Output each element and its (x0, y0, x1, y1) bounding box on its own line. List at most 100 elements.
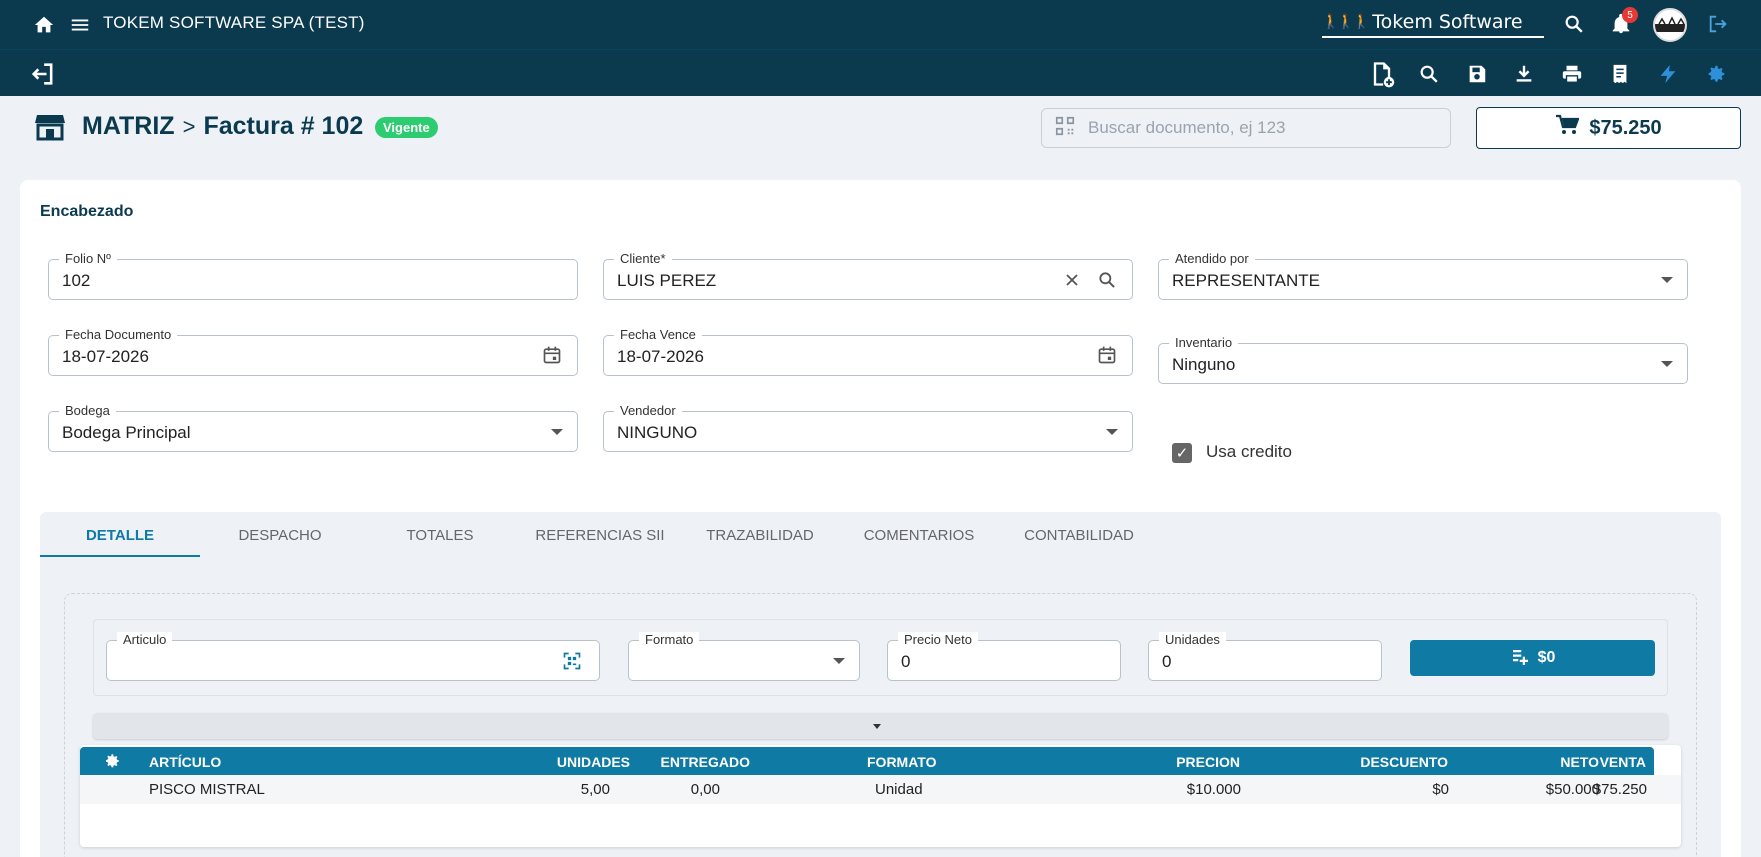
tab-trazabilidad[interactable]: TRAZABILIDAD (680, 527, 840, 544)
formato-label: Formato (639, 632, 700, 647)
vendedor-value: NINGUNO (617, 423, 698, 442)
chevron-down-icon (1106, 429, 1118, 435)
inventario-label: Inventario (1169, 335, 1239, 350)
avatar[interactable] (1653, 8, 1687, 42)
caret-down-icon (873, 724, 881, 729)
fecha-documento-label: Fecha Documento (59, 327, 178, 342)
home-icon[interactable] (32, 13, 56, 37)
search-icon[interactable] (1097, 270, 1117, 295)
table-row[interactable]: PISCO MISTRAL 5,00 0,00 Unidad $10.000 $… (80, 775, 1681, 804)
folio-value: 102 (62, 271, 91, 290)
articulo-label: Articulo (117, 632, 173, 647)
fecha-documento-field[interactable]: Fecha Documento 18-07-2026 (48, 327, 578, 376)
search-icon[interactable] (1562, 12, 1586, 36)
unidades-input[interactable]: Unidades 0 (1148, 632, 1382, 681)
breadcrumb-separator: > (182, 113, 196, 139)
document-toolbar (0, 50, 1761, 96)
bodega-select[interactable]: Bodega Bodega Principal (48, 403, 578, 452)
store-icon (35, 113, 65, 146)
cell-venta: $75.250 (1592, 781, 1647, 798)
menu-icon[interactable] (68, 13, 92, 37)
folio-label: Folio Nº (59, 251, 117, 266)
active-tab-indicator (40, 555, 200, 557)
settings-icon[interactable] (1703, 61, 1729, 87)
breadcrumb: MATRIZ > Factura # 102 (82, 112, 363, 141)
precio-neto-input[interactable]: Precio Neto 0 (887, 632, 1121, 681)
vendedor-select[interactable]: Vendedor NINGUNO (603, 403, 1133, 452)
download-icon[interactable] (1511, 61, 1537, 87)
formato-select[interactable]: Formato (628, 632, 860, 681)
folio-field[interactable]: Folio Nº 102 (48, 251, 578, 300)
precio-neto-value: 0 (901, 652, 911, 671)
logout-icon[interactable] (1706, 12, 1730, 36)
unidades-value: 0 (1162, 652, 1172, 671)
page-title: Factura # 102 (203, 112, 364, 140)
tab-despacho[interactable]: DESPACHO (200, 527, 360, 544)
inventario-select[interactable]: Inventario Ninguno (1158, 335, 1688, 384)
notification-badge: 5 (1622, 7, 1638, 23)
usa-credito-label: Usa credito (1206, 442, 1292, 461)
bodega-label: Bodega (59, 403, 116, 418)
cart-total-button[interactable]: $75.250 (1476, 107, 1741, 149)
atendido-por-select[interactable]: Atendido por REPRESENTANTE (1158, 251, 1688, 300)
add-item-button[interactable]: $0 (1410, 640, 1655, 676)
fecha-documento-value: 18-07-2026 (62, 347, 149, 366)
table-settings-icon[interactable] (103, 752, 121, 773)
chevron-down-icon (833, 658, 845, 664)
document-search-placeholder: Buscar documento, ej 123 (1088, 118, 1286, 137)
back-icon[interactable] (29, 60, 57, 88)
cell-entregado: 0,00 (690, 781, 720, 798)
inventario-value: Ninguno (1172, 355, 1236, 374)
qr-scan-icon[interactable] (562, 651, 582, 676)
calendar-icon[interactable] (1097, 345, 1117, 370)
top-navbar: TOKEM SOFTWARE SPA (TEST) 🚶🚶🚶 Tokem Softw… (0, 0, 1761, 50)
column-header-articulo[interactable]: ARTÍCULO (149, 754, 221, 770)
fecha-vence-value: 18-07-2026 (617, 347, 704, 366)
clear-icon[interactable] (1064, 272, 1080, 293)
section-title-encabezado: Encabezado (40, 203, 134, 220)
atendido-label: Atendido por (1169, 251, 1255, 266)
expand-toggle[interactable] (93, 713, 1668, 739)
fecha-vence-label: Fecha Vence (614, 327, 702, 342)
branch-name[interactable]: MATRIZ (82, 112, 175, 141)
qr-scan-icon (1054, 115, 1076, 142)
tab-contabilidad[interactable]: CONTABILIDAD (999, 527, 1159, 544)
brand-name: Tokem Software (1372, 11, 1523, 33)
bodega-value: Bodega Principal (62, 423, 191, 442)
document-search-input[interactable]: Buscar documento, ej 123 (1041, 108, 1451, 148)
articulo-input[interactable]: Articulo (106, 632, 600, 681)
search-icon[interactable] (1416, 61, 1442, 87)
company-name: TOKEM SOFTWARE SPA (TEST) (103, 13, 365, 32)
column-header-entregado[interactable]: ENTREGADO (580, 754, 750, 770)
cliente-value: LUIS PEREZ (617, 271, 717, 290)
print-icon[interactable] (1559, 61, 1585, 87)
table-header: ARTÍCULO UNIDADES ENTREGADO FORMATO PREC… (80, 747, 1654, 775)
unidades-label: Unidades (1159, 632, 1226, 647)
cliente-field[interactable]: Cliente* LUIS PEREZ (603, 251, 1133, 300)
status-badge: Vigente (375, 117, 438, 138)
calendar-icon[interactable] (542, 345, 562, 370)
tab-totales[interactable]: TOTALES (360, 527, 520, 544)
tab-comentarios[interactable]: COMENTARIOS (839, 527, 999, 544)
chevron-down-icon (551, 429, 563, 435)
precio-neto-label: Precio Neto (898, 632, 978, 647)
cart-icon (1555, 114, 1580, 142)
column-header-venta[interactable]: VENTA (1480, 754, 1646, 770)
tab-detalle[interactable]: DETALLE (40, 527, 200, 544)
atendido-value: REPRESENTANTE (1172, 271, 1320, 290)
chevron-down-icon (1661, 277, 1673, 283)
tab-referencias-sii[interactable]: REFERENCIAS SII (520, 527, 680, 544)
receipt-icon[interactable] (1607, 61, 1633, 87)
vendedor-label: Vendedor (614, 403, 682, 418)
chevron-down-icon (1661, 361, 1673, 367)
lightning-icon[interactable] (1655, 61, 1681, 87)
usa-credito-checkbox[interactable]: ✓ (1172, 443, 1192, 463)
new-document-icon[interactable] (1367, 60, 1397, 88)
fecha-vence-field[interactable]: Fecha Vence 18-07-2026 (603, 327, 1133, 376)
brand-logo: 🚶🚶🚶 Tokem Software (1322, 8, 1544, 38)
cliente-label: Cliente* (614, 251, 672, 266)
cart-total: $75.250 (1589, 116, 1662, 139)
column-header-formato[interactable]: FORMATO (867, 754, 936, 770)
add-list-icon (1510, 647, 1528, 670)
save-icon[interactable] (1464, 61, 1490, 87)
